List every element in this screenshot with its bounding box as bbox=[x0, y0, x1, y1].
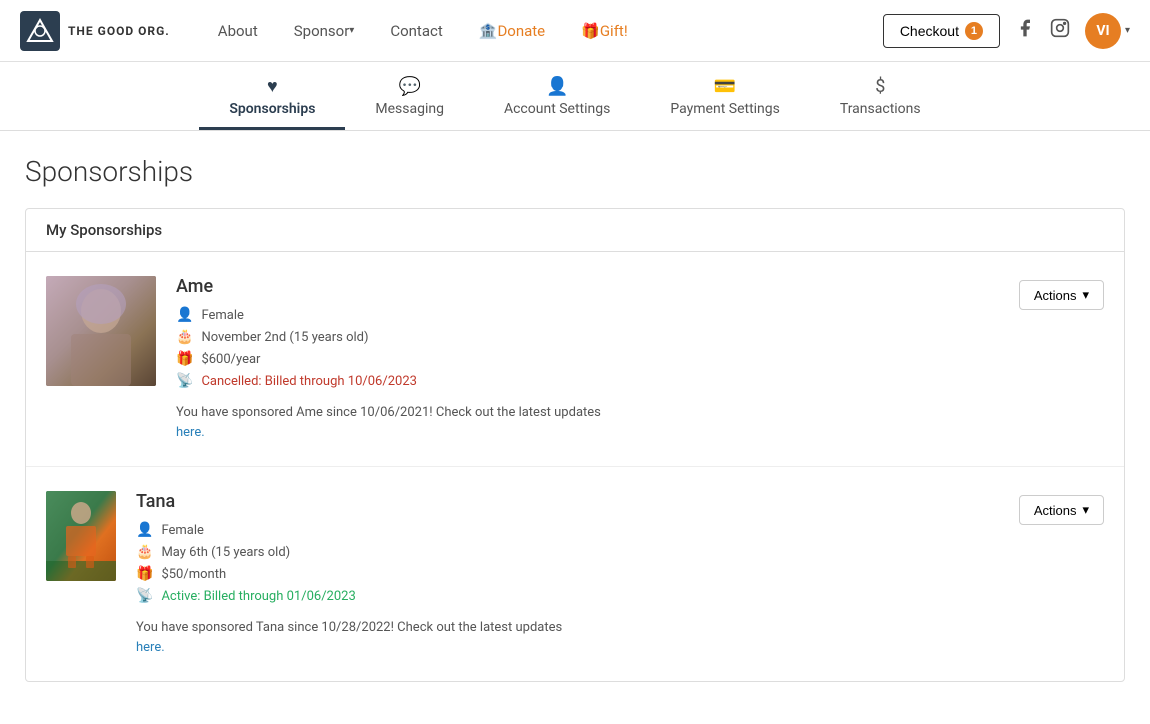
nav-sponsor[interactable]: Sponsor bbox=[276, 0, 373, 62]
brand-logo-link[interactable]: THE GOOD ORG. bbox=[20, 11, 170, 51]
tabs-container: ♥ Sponsorships 💬 Messaging 👤 Account Set… bbox=[0, 62, 1150, 131]
sponsorships-card: My Sponsorships bbox=[25, 208, 1125, 682]
donate-label: Donate bbox=[497, 22, 545, 40]
tab-payment-settings[interactable]: 💳 Payment Settings bbox=[640, 62, 810, 130]
gift-label: Gift! bbox=[600, 22, 628, 40]
facebook-icon bbox=[1015, 22, 1035, 43]
birthday-icon-ame: 🎂 bbox=[176, 329, 193, 345]
gender-icon-tana: 👤 bbox=[136, 522, 153, 538]
tana-amount: $50/month bbox=[161, 567, 226, 582]
transactions-icon: $ bbox=[875, 76, 885, 97]
ame-photo-svg bbox=[46, 276, 156, 386]
ame-status: Cancelled: Billed through 10/06/2023 bbox=[201, 374, 417, 389]
tana-status-row: 📡 Active: Billed through 01/06/2023 bbox=[136, 588, 999, 604]
tab-sponsorships[interactable]: ♥ Sponsorships bbox=[199, 62, 345, 130]
page-title: Sponsorships bbox=[25, 155, 1125, 188]
status-icon-ame: 📡 bbox=[176, 373, 193, 389]
ame-amount-row: 🎁 $600/year bbox=[176, 351, 999, 367]
user-menu[interactable]: VI ▾ bbox=[1085, 13, 1130, 49]
ame-actions-button[interactable]: Actions ▾ bbox=[1019, 280, 1104, 310]
tana-info: Tana 👤 Female 🎂 May 6th (15 years old) 🎁… bbox=[136, 491, 999, 657]
ame-info: Ame 👤 Female 🎂 November 2nd (15 years ol… bbox=[176, 276, 999, 442]
tab-payment-label: Payment Settings bbox=[670, 101, 780, 117]
user-avatar: VI bbox=[1085, 13, 1121, 49]
ame-message: You have sponsored Ame since 10/06/2021!… bbox=[176, 403, 999, 442]
tana-actions-caret: ▾ bbox=[1082, 502, 1089, 518]
ame-gender-row: 👤 Female bbox=[176, 307, 999, 323]
gift-icon-ame: 🎁 bbox=[176, 351, 193, 367]
tana-birthday: May 6th (15 years old) bbox=[161, 545, 290, 560]
tana-message: You have sponsored Tana since 10/28/2022… bbox=[136, 618, 999, 657]
ame-name: Ame bbox=[176, 276, 999, 297]
tana-actions-button[interactable]: Actions ▾ bbox=[1019, 495, 1104, 525]
instagram-icon bbox=[1050, 22, 1070, 43]
tana-status: Active: Billed through 01/06/2023 bbox=[161, 589, 355, 604]
ame-birthday: November 2nd (15 years old) bbox=[201, 330, 368, 345]
main-content: Sponsorships My Sponsorships bbox=[5, 131, 1145, 706]
nav-about[interactable]: About bbox=[200, 0, 276, 62]
nav-donate[interactable]: 🏦 Donate bbox=[461, 0, 563, 62]
gender-icon-ame: 👤 bbox=[176, 307, 193, 323]
tana-link[interactable]: here. bbox=[136, 640, 165, 655]
status-icon-tana: 📡 bbox=[136, 588, 153, 604]
checkout-badge: 1 bbox=[965, 22, 983, 40]
tab-messaging-label: Messaging bbox=[375, 101, 444, 117]
tana-gender: Female bbox=[161, 523, 203, 538]
ame-link[interactable]: here. bbox=[176, 425, 205, 440]
tana-amount-row: 🎁 $50/month bbox=[136, 566, 999, 582]
tab-sponsorships-label: Sponsorships bbox=[229, 101, 315, 117]
tab-transactions-label: Transactions bbox=[840, 101, 921, 117]
sponsorship-item-ame: Ame 👤 Female 🎂 November 2nd (15 years ol… bbox=[26, 252, 1124, 467]
tana-photo-svg bbox=[46, 491, 116, 581]
checkout-label: Checkout bbox=[900, 23, 959, 39]
account-icon: 👤 bbox=[546, 76, 568, 97]
brand-name: THE GOOD ORG. bbox=[68, 24, 170, 38]
sponsorships-icon: ♥ bbox=[267, 76, 278, 97]
tab-account-settings[interactable]: 👤 Account Settings bbox=[474, 62, 640, 130]
nav-gift[interactable]: 🎁 Gift! bbox=[563, 0, 646, 62]
user-dropdown-caret: ▾ bbox=[1125, 25, 1130, 36]
donate-icon: 🏦 bbox=[479, 22, 498, 40]
gift-icon-tana: 🎁 bbox=[136, 566, 153, 582]
ame-message-text: You have sponsored Ame since 10/06/2021!… bbox=[176, 405, 601, 420]
brand-logo bbox=[20, 11, 60, 51]
ame-status-row: 📡 Cancelled: Billed through 10/06/2023 bbox=[176, 373, 999, 389]
ame-photo bbox=[46, 276, 156, 386]
payment-icon: 💳 bbox=[714, 76, 736, 97]
facebook-link[interactable] bbox=[1015, 18, 1035, 43]
birthday-icon-tana: 🎂 bbox=[136, 544, 153, 560]
ame-amount: $600/year bbox=[201, 352, 260, 367]
nav-contact[interactable]: Contact bbox=[372, 0, 460, 62]
ame-gender: Female bbox=[201, 308, 243, 323]
tab-transactions[interactable]: $ Transactions bbox=[810, 62, 951, 130]
instagram-link[interactable] bbox=[1050, 18, 1070, 43]
tab-messaging[interactable]: 💬 Messaging bbox=[345, 62, 474, 130]
gift-icon: 🎁 bbox=[581, 22, 600, 40]
checkout-button[interactable]: Checkout 1 bbox=[883, 14, 1000, 48]
tana-actions-label: Actions bbox=[1034, 503, 1077, 518]
tana-message-text: You have sponsored Tana since 10/28/2022… bbox=[136, 620, 562, 635]
ame-actions-label: Actions bbox=[1034, 288, 1077, 303]
tana-name: Tana bbox=[136, 491, 999, 512]
tana-photo bbox=[46, 491, 116, 581]
nav-links: About Sponsor Contact 🏦 Donate 🎁 Gift! bbox=[200, 0, 883, 62]
tab-account-label: Account Settings bbox=[504, 101, 610, 117]
card-header: My Sponsorships bbox=[26, 209, 1124, 252]
messaging-icon: 💬 bbox=[398, 76, 420, 97]
ame-actions-caret: ▾ bbox=[1082, 287, 1089, 303]
nav-right: Checkout 1 VI ▾ bbox=[883, 13, 1130, 49]
ame-birthday-row: 🎂 November 2nd (15 years old) bbox=[176, 329, 999, 345]
tana-birthday-row: 🎂 May 6th (15 years old) bbox=[136, 544, 999, 560]
sponsorship-item-tana: Tana 👤 Female 🎂 May 6th (15 years old) 🎁… bbox=[26, 467, 1124, 681]
tana-gender-row: 👤 Female bbox=[136, 522, 999, 538]
navbar: THE GOOD ORG. About Sponsor Contact 🏦 Do… bbox=[0, 0, 1150, 62]
